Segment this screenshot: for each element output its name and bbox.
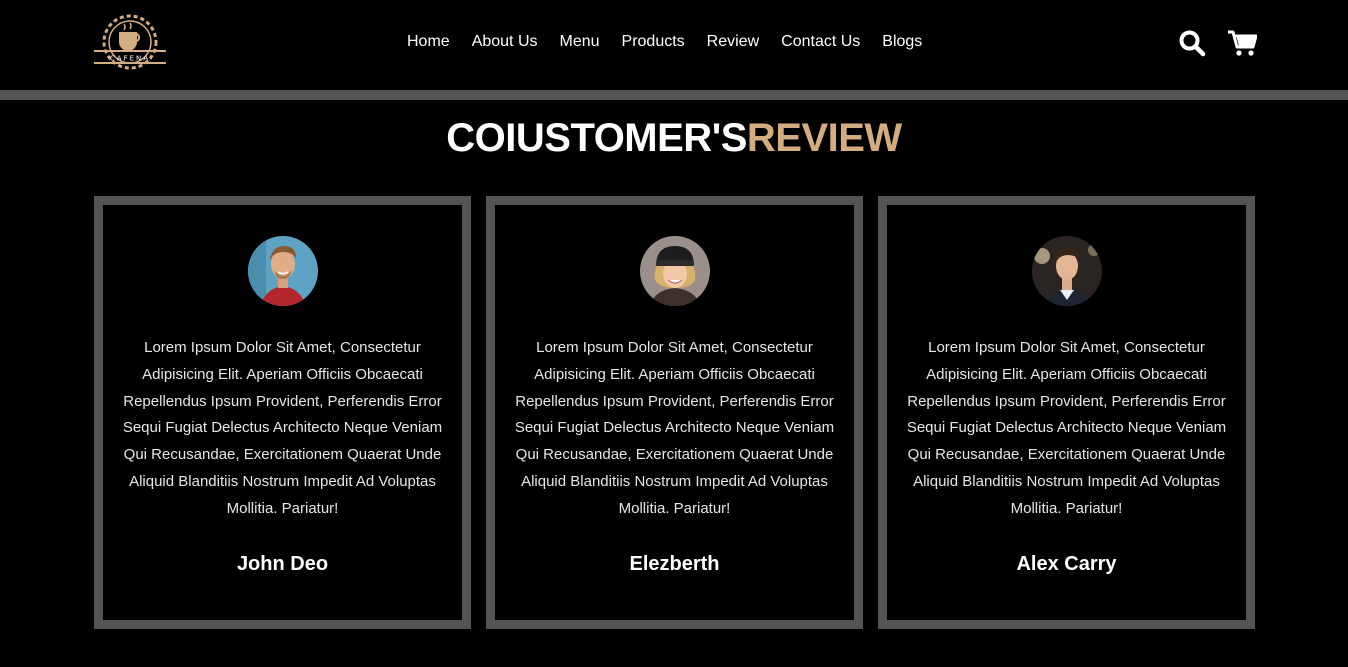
reviewer-name: Elezberth	[629, 553, 720, 575]
svg-text:CAFENA: CAFENA	[110, 55, 150, 63]
cart-icon[interactable]	[1227, 28, 1257, 58]
site-header: CAFENA Home About Us Menu Products Revie…	[0, 0, 1348, 100]
avatar	[640, 236, 710, 306]
nav-blogs[interactable]: Blogs	[882, 33, 922, 51]
reviewer-name: Alex Carry	[1016, 553, 1117, 575]
avatar	[1032, 236, 1102, 306]
cafena-logo[interactable]: CAFENA	[92, 12, 168, 74]
review-text: Lorem Ipsum Dolor Sit Amet, Consectetur …	[906, 339, 1227, 517]
avatar	[248, 236, 318, 306]
review-card: Lorem Ipsum Dolor Sit Amet, Consectetur …	[486, 196, 863, 629]
nav-contact-us[interactable]: Contact Us	[781, 33, 860, 51]
header-icons	[1177, 28, 1257, 58]
section-title: COIUSTOMER'SREVIEW	[0, 115, 1348, 161]
title-accent: REVIEW	[746, 116, 902, 160]
review-text: Lorem Ipsum Dolor Sit Amet, Consectetur …	[514, 339, 835, 517]
title-main: COIUSTOMER'S	[446, 116, 747, 160]
search-icon[interactable]	[1177, 28, 1207, 58]
nav-home[interactable]: Home	[407, 33, 450, 51]
review-card: Lorem Ipsum Dolor Sit Amet, Consectetur …	[94, 196, 471, 629]
review-card: Lorem Ipsum Dolor Sit Amet, Consectetur …	[878, 196, 1255, 629]
nav-menu[interactable]: Menu	[560, 33, 600, 51]
nav-products[interactable]: Products	[622, 33, 685, 51]
review-text: Lorem Ipsum Dolor Sit Amet, Consectetur …	[122, 339, 443, 517]
main-nav: Home About Us Menu Products Review Conta…	[407, 33, 922, 51]
review-cards: Lorem Ipsum Dolor Sit Amet, Consectetur …	[94, 196, 1255, 629]
reviewer-name: John Deo	[236, 553, 329, 575]
nav-about-us[interactable]: About Us	[472, 33, 538, 51]
nav-review[interactable]: Review	[707, 33, 759, 51]
